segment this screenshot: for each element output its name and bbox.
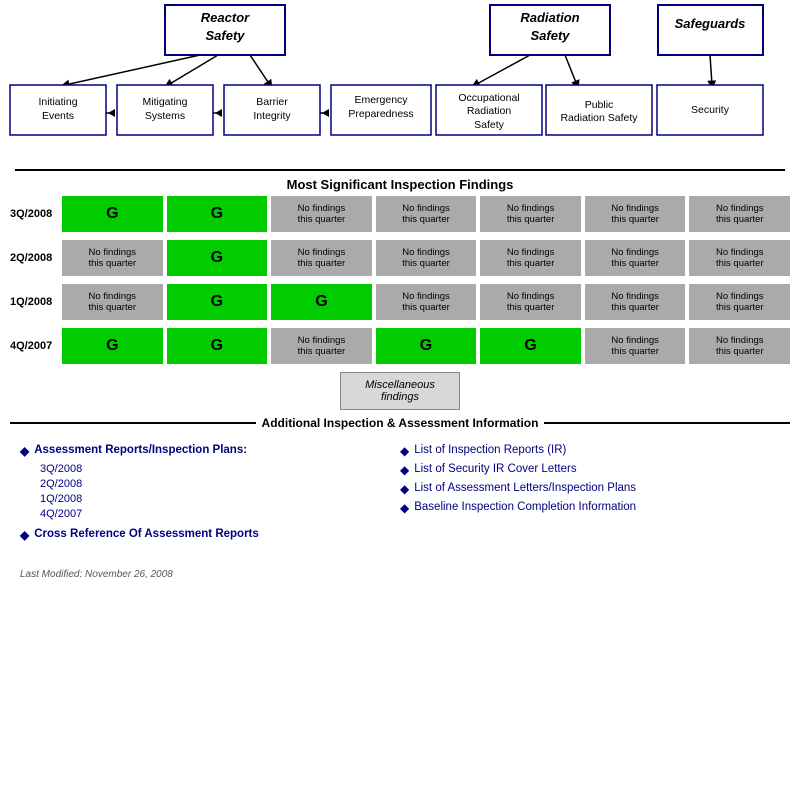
finding-cell[interactable]: No findingsthis quarter (62, 284, 163, 320)
svg-text:Integrity: Integrity (253, 110, 291, 122)
svg-text:Radiation Safety: Radiation Safety (560, 112, 638, 124)
finding-cell[interactable]: G (376, 328, 477, 364)
assessment-letters-label: List of Assessment Letters/Inspection Pl… (414, 482, 636, 494)
findings-row-3q2008: 3Q/2008 G G No findingsthis quarter No f… (10, 196, 790, 232)
assessment-letters-link[interactable]: ◆ List of Assessment Letters/Inspection … (400, 482, 780, 496)
finding-cell[interactable]: G (167, 240, 268, 276)
baseline-inspection-link[interactable]: ◆ Baseline Inspection Completion Informa… (400, 501, 780, 515)
finding-cell[interactable]: No findingsthis quarter (271, 328, 372, 364)
finding-cell[interactable]: G (271, 284, 372, 320)
finding-cell[interactable]: No findingsthis quarter (480, 284, 581, 320)
finding-cell[interactable]: No findingsthis quarter (480, 240, 581, 276)
quarter-link-2q2008[interactable]: 2Q/2008 (40, 478, 400, 490)
quarter-link-1q2008[interactable]: 1Q/2008 (40, 493, 400, 505)
svg-text:Occupational: Occupational (458, 92, 519, 104)
baseline-label: Baseline Inspection Completion Informati… (414, 501, 636, 513)
svg-text:Mitigating: Mitigating (143, 96, 188, 108)
links-right-panel: ◆ List of Inspection Reports (IR) ◆ List… (400, 444, 780, 547)
ir-label: List of Inspection Reports (IR) (414, 444, 566, 456)
assessment-reports-label: Assessment Reports/Inspection Plans: (34, 444, 247, 456)
finding-cell[interactable]: No findingsthis quarter (689, 328, 790, 364)
findings-header: Most Significant Inspection Findings (0, 177, 800, 192)
additional-header: Additional Inspection & Assessment Infor… (262, 416, 539, 430)
svg-text:Preparedness: Preparedness (348, 108, 413, 120)
finding-cell[interactable]: No findingsthis quarter (585, 240, 686, 276)
svg-text:Reactor: Reactor (201, 10, 250, 25)
diamond-icon: ◆ (400, 463, 409, 477)
finding-cell[interactable]: No findingsthis quarter (376, 284, 477, 320)
links-left-panel: ◆ Assessment Reports/Inspection Plans: 3… (20, 444, 400, 547)
svg-text:Safety: Safety (205, 28, 245, 43)
findings-area: 3Q/2008 G G No findingsthis quarter No f… (0, 196, 800, 364)
finding-cell[interactable]: No findingsthis quarter (271, 240, 372, 276)
quarter-label: 2Q/2008 (10, 252, 58, 264)
top-divider (15, 169, 785, 171)
svg-text:Safeguards: Safeguards (675, 16, 746, 31)
quarter-link-4q2007[interactable]: 4Q/2007 (40, 508, 400, 520)
finding-cell[interactable]: No findingsthis quarter (689, 240, 790, 276)
svg-text:Public: Public (585, 99, 614, 111)
findings-row-2q2008: 2Q/2008 No findingsthis quarter G No fin… (10, 240, 790, 276)
finding-cell[interactable]: No findingsthis quarter (62, 240, 163, 276)
quarter-link-3q2008[interactable]: 3Q/2008 (40, 463, 400, 475)
svg-text:Initiating: Initiating (38, 96, 77, 108)
links-area: ◆ Assessment Reports/Inspection Plans: 3… (0, 434, 800, 557)
svg-text:Events: Events (42, 110, 74, 122)
quarter-label: 4Q/2007 (10, 340, 58, 352)
connector-svg: Reactor Safety Radiation Safety Safeguar… (0, 0, 780, 165)
svg-text:Systems: Systems (145, 110, 185, 122)
svg-text:Safety: Safety (530, 28, 570, 43)
divider-right (544, 422, 790, 424)
finding-cell[interactable]: No findingsthis quarter (689, 196, 790, 232)
diamond-icon: ◆ (400, 444, 409, 458)
misc-findings-box[interactable]: Miscellaneous findings (340, 372, 460, 410)
cross-reference-label: Cross Reference Of Assessment Reports (34, 528, 259, 540)
finding-cell[interactable]: G (167, 328, 268, 364)
finding-cell[interactable]: No findingsthis quarter (376, 196, 477, 232)
quarter-label: 1Q/2008 (10, 296, 58, 308)
findings-row-4q2007: 4Q/2007 G G No findingsthis quarter G G … (10, 328, 790, 364)
finding-cell[interactable]: No findingsthis quarter (585, 328, 686, 364)
findings-row-1q2008: 1Q/2008 No findingsthis quarter G G No f… (10, 284, 790, 320)
finding-cell[interactable]: No findingsthis quarter (376, 240, 477, 276)
diamond-icon: ◆ (400, 501, 409, 515)
svg-text:Emergency: Emergency (354, 94, 408, 106)
svg-text:Safety: Safety (474, 119, 505, 131)
finding-cell[interactable]: No findingsthis quarter (585, 284, 686, 320)
divider-left (10, 422, 256, 424)
svg-text:Barrier: Barrier (256, 96, 288, 108)
footer: Last Modified: November 26, 2008 (0, 561, 800, 588)
finding-cell[interactable]: No findingsthis quarter (480, 196, 581, 232)
quarter-label: 3Q/2008 (10, 208, 58, 220)
finding-cell[interactable]: G (167, 284, 268, 320)
diagram-area: Reactor Safety Radiation Safety Safeguar… (0, 0, 800, 165)
diamond-icon: ◆ (20, 444, 29, 458)
cross-reference-link[interactable]: ◆ Cross Reference Of Assessment Reports (20, 528, 400, 542)
finding-cell[interactable]: No findingsthis quarter (689, 284, 790, 320)
finding-cell[interactable]: G (480, 328, 581, 364)
svg-text:Radiation: Radiation (520, 10, 579, 25)
svg-text:Radiation: Radiation (467, 105, 512, 117)
diamond-icon: ◆ (20, 528, 29, 542)
inspection-reports-link[interactable]: ◆ List of Inspection Reports (IR) (400, 444, 780, 458)
finding-cell[interactable]: G (62, 196, 163, 232)
svg-text:Security: Security (691, 104, 730, 116)
additional-divider-row: Additional Inspection & Assessment Infor… (10, 416, 790, 430)
misc-area: Miscellaneous findings (0, 372, 800, 410)
finding-cell[interactable]: G (62, 328, 163, 364)
security-ir-label: List of Security IR Cover Letters (414, 463, 576, 475)
security-ir-link[interactable]: ◆ List of Security IR Cover Letters (400, 463, 780, 477)
finding-cell[interactable]: No findingsthis quarter (271, 196, 372, 232)
finding-cell[interactable]: G (167, 196, 268, 232)
diamond-icon: ◆ (400, 482, 409, 496)
finding-cell[interactable]: No findingsthis quarter (585, 196, 686, 232)
assessment-reports-link[interactable]: ◆ Assessment Reports/Inspection Plans: (20, 444, 400, 458)
